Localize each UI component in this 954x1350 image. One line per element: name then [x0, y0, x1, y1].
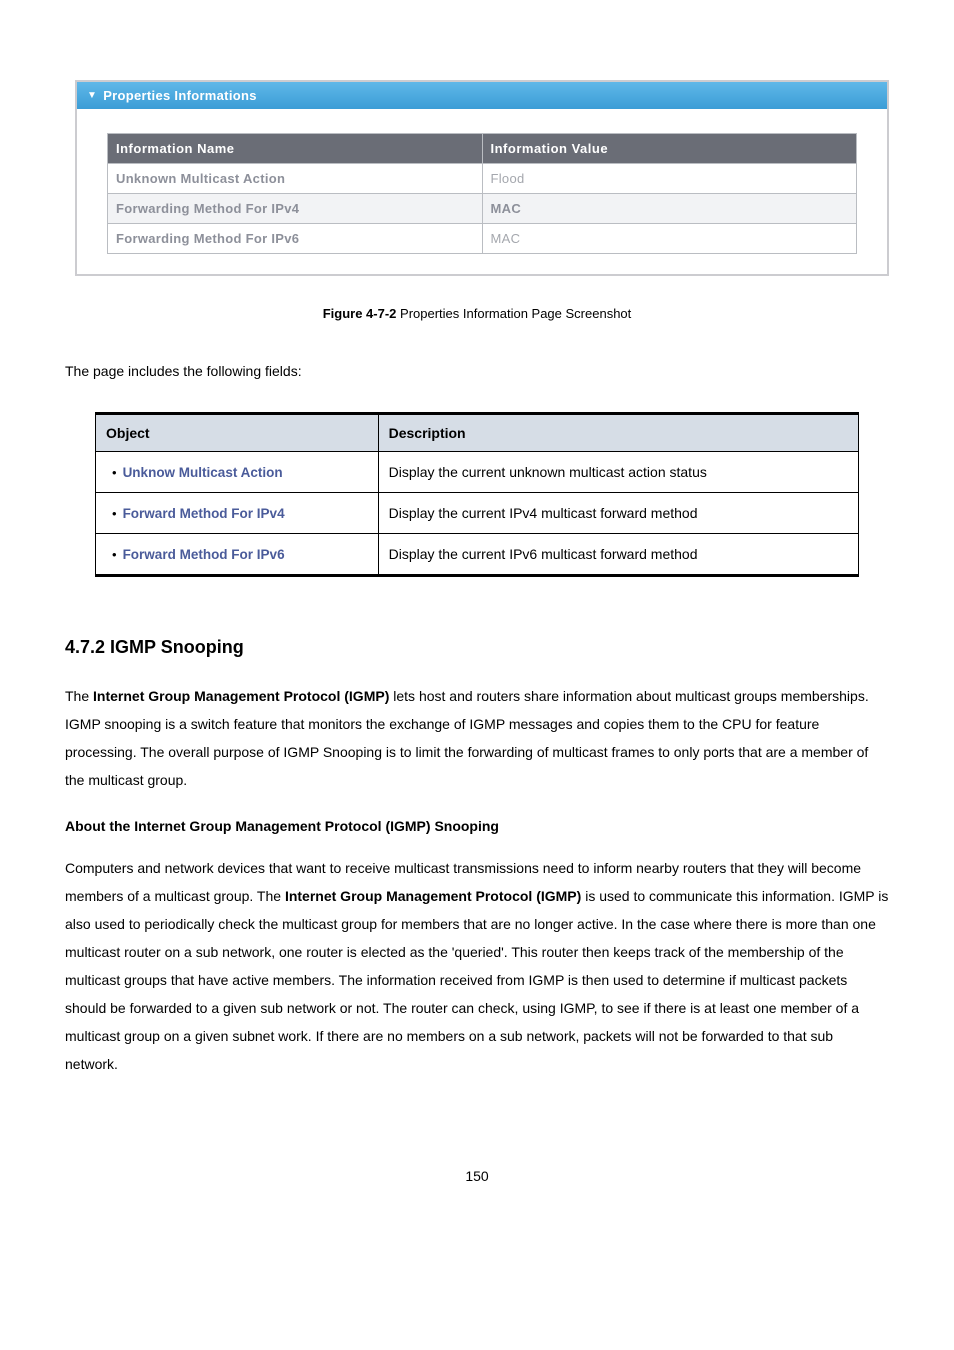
figure-text: Properties Information Page Screenshot — [400, 306, 631, 321]
field-description: Display the current unknown multicast ac… — [378, 452, 858, 493]
section-heading: 4.7.2 IGMP Snooping — [65, 637, 889, 658]
prop-value: Flood — [482, 164, 857, 194]
panel-title: Properties Informations — [103, 88, 257, 103]
col-description: Description — [378, 414, 858, 452]
bullet-icon: • — [112, 506, 117, 521]
text-segment: is used to communicate this information.… — [65, 888, 888, 1072]
field-description: Display the current IPv4 multicast forwa… — [378, 493, 858, 534]
intro-text: The page includes the following fields: — [65, 361, 889, 382]
text-segment-bold: Internet Group Management Protocol (IGMP… — [285, 888, 581, 904]
prop-name: Forwarding Method For IPv6 — [108, 224, 483, 254]
properties-panel-inner: ▼ Properties Informations Information Na… — [77, 82, 887, 274]
field-header-row: Object Description — [96, 414, 859, 452]
table-row: Forwarding Method For IPv6 MAC — [108, 224, 857, 254]
prop-value: MAC — [482, 194, 857, 224]
prop-name: Unknown Multicast Action — [108, 164, 483, 194]
col-information-value: Information Value — [482, 134, 857, 164]
table-row: • Unknow Multicast Action Display the cur… — [96, 452, 859, 493]
bullet-icon: • — [112, 547, 117, 562]
col-object: Object — [96, 414, 379, 452]
properties-panel-header[interactable]: ▼ Properties Informations — [77, 82, 887, 109]
table-row: • Forward Method For IPv6 Display the cur… — [96, 534, 859, 576]
field-description-table: Object Description • Unknow Multicast Act… — [95, 412, 859, 577]
properties-table: Information Name Information Value Unkno… — [107, 133, 857, 254]
field-object: • Unknow Multicast Action — [96, 452, 379, 493]
field-object: • Forward Method For IPv4 — [96, 493, 379, 534]
prop-name: Forwarding Method For IPv4 — [108, 194, 483, 224]
table-row: • Forward Method For IPv4 Display the cur… — [96, 493, 859, 534]
figure-label: Figure 4-7-2 — [323, 306, 397, 321]
properties-header-row: Information Name Information Value — [108, 134, 857, 164]
field-object-label: Forward Method For IPv6 — [123, 547, 285, 562]
table-row: Unknown Multicast Action Flood — [108, 164, 857, 194]
bullet-icon: • — [112, 465, 117, 480]
figure-caption: Figure 4-7-2 Properties Information Page… — [65, 306, 889, 321]
text-segment: The — [65, 688, 93, 704]
field-object-label: Unknow Multicast Action — [123, 465, 283, 480]
field-object: • Forward Method For IPv6 — [96, 534, 379, 576]
collapse-triangle-icon: ▼ — [87, 90, 97, 101]
table-row: Forwarding Method For IPv4 MAC — [108, 194, 857, 224]
properties-panel: ▼ Properties Informations Information Na… — [75, 80, 889, 276]
prop-value: MAC — [482, 224, 857, 254]
text-segment-bold: Internet Group Management Protocol (IGMP… — [93, 688, 389, 704]
field-object-label: Forward Method For IPv4 — [123, 506, 285, 521]
body-paragraph-1: The Internet Group Management Protocol (… — [65, 682, 889, 794]
field-description: Display the current IPv6 multicast forwa… — [378, 534, 858, 576]
sub-heading: About the Internet Group Management Prot… — [65, 818, 889, 834]
col-information-name: Information Name — [108, 134, 483, 164]
body-paragraph-2: Computers and network devices that want … — [65, 854, 889, 1078]
page-number: 150 — [65, 1168, 889, 1184]
